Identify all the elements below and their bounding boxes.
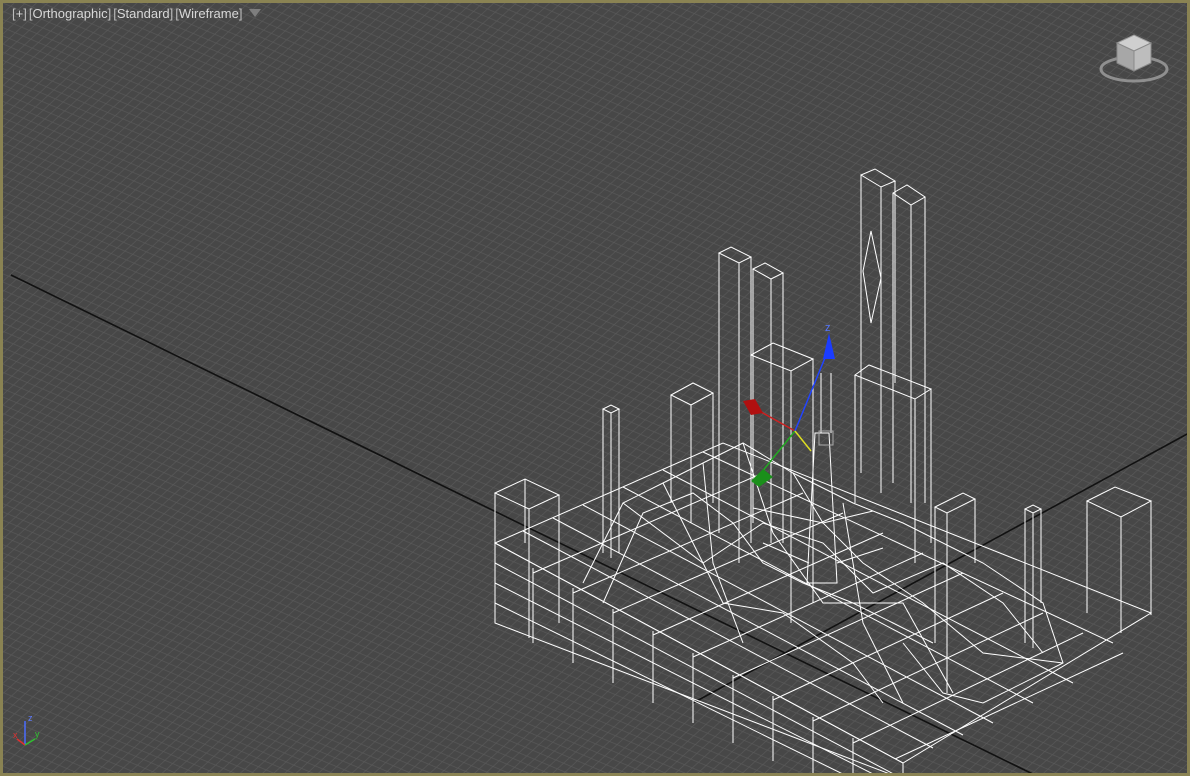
viewport-filter-icon[interactable] [249,9,262,17]
viewcube-icon[interactable] [1097,29,1171,87]
viewport-general-menu[interactable]: + [11,6,28,21]
home-grid [3,3,1187,773]
viewport-scene[interactable]: z [3,3,1190,776]
axis-tripod-y-label: y [35,729,40,739]
viewport-shading-menu[interactable]: Standard [112,6,174,21]
perspective-viewport[interactable]: z + Orthographic Standard Wireframe z x … [0,0,1190,776]
viewport-display-mode-menu[interactable]: Wireframe [174,6,243,21]
axis-tripod-icon: z x y [13,713,40,746]
viewport-label-menu: + Orthographic Standard Wireframe [11,4,262,22]
gizmo-axis-label: z [825,322,831,334]
axis-tripod-z-label: z [28,713,33,723]
viewport-point-of-view-menu[interactable]: Orthographic [28,6,112,21]
axis-tripod-x-label: x [13,730,18,740]
